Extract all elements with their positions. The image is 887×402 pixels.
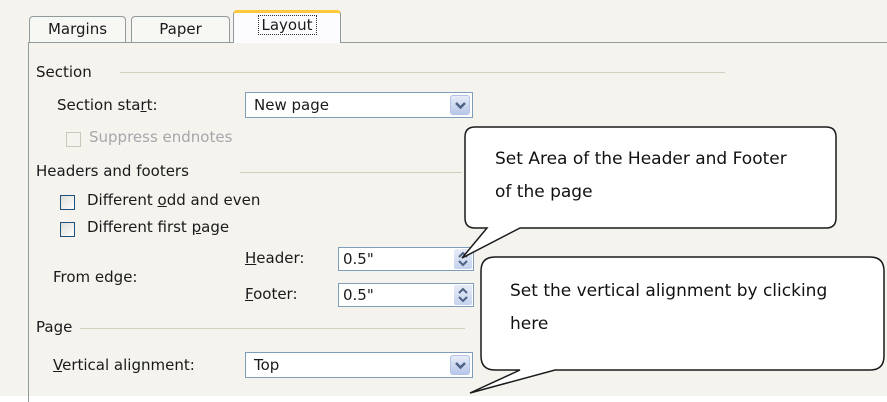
tab-layout-label: Layout [257,15,317,35]
page-group-title: Page [36,318,79,336]
section-group-title: Section [36,63,98,81]
tab-panel-border [28,42,887,43]
tab-layout[interactable]: Layout [233,10,341,43]
callout-text-vertical-alignment: Set the vertical alignment by clicking h… [510,281,828,334]
headers-footers-group-title: Headers and footers [36,162,195,180]
callout-text-header-footer: Set Area of the Header and Footer of the… [495,149,787,202]
